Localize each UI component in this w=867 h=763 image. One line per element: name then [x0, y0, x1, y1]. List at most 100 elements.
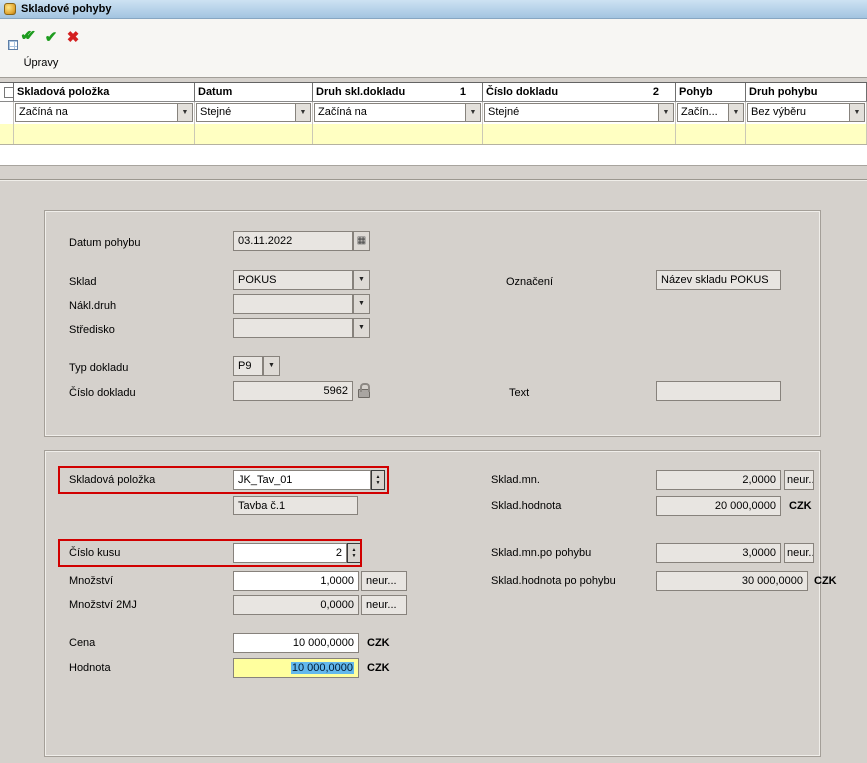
skladova-polozka-field[interactable]: JK_Tav_01: [233, 470, 371, 490]
calendar-icon: ▦: [354, 232, 369, 250]
mnozstvi-label: Množství: [69, 571, 113, 591]
window-title: Skladové pohyby: [21, 3, 111, 15]
new-row-cell[interactable]: [746, 124, 867, 144]
new-row-cell[interactable]: [14, 124, 195, 144]
grid-header-druh-skl-dokladu[interactable]: Druh skl.dokladu 1: [313, 83, 483, 101]
stredisko-field[interactable]: [233, 318, 353, 338]
app-icon: [4, 3, 16, 15]
cislo-kusu-label: Číslo kusu: [69, 543, 120, 563]
nakl-druh-label: Nákl.druh: [69, 296, 116, 316]
sklad-field[interactable]: POKUS: [233, 270, 353, 290]
spin-down-icon: ▼: [376, 480, 381, 486]
new-row-cell[interactable]: [0, 124, 14, 144]
chevron-down-icon: ▼: [264, 357, 279, 375]
oznaceni-display: Název skladu POKUS: [656, 270, 781, 290]
filter-combo-skladova-polozka[interactable]: Začíná na ▼: [15, 103, 193, 122]
select-all-checkbox[interactable]: [4, 87, 14, 98]
nakl-druh-field[interactable]: [233, 294, 353, 314]
filter-combo-druh-skl-dokladu[interactable]: Začíná na ▼: [314, 103, 481, 122]
filter-cell: Stejné ▼: [483, 102, 676, 124]
sklad-mn-po-label: Sklad.mn.po pohybu: [491, 543, 591, 563]
hodnota-selected-text: 10 000,0000: [291, 662, 354, 674]
text-field[interactable]: [656, 381, 781, 401]
records-grid-icon: [8, 40, 18, 50]
header-form-panel: Datum pohybu 03.11.2022 ▦ Sklad POKUS ▼ …: [44, 210, 821, 437]
new-row-cell[interactable]: [313, 124, 483, 144]
grid-header-druh-pohybu[interactable]: Druh pohybu: [746, 83, 867, 101]
chevron-down-icon[interactable]: ▼: [728, 104, 743, 121]
sklad-hodnota-po-currency: CZK: [814, 571, 837, 591]
grid-header-skladova-polozka[interactable]: Skladová položka: [14, 83, 195, 101]
mnozstvi-2mj-label: Množství 2MJ: [69, 595, 137, 615]
filter-value: Stejné: [197, 104, 295, 121]
grid-filter-row: Začíná na ▼ Stejné ▼ Začíná na ▼ Stejné: [0, 102, 867, 124]
grid-header-checkbox-cell: [0, 83, 14, 101]
column-label: Datum: [198, 86, 232, 98]
cislo-dokladu-field[interactable]: 5962: [233, 381, 353, 401]
filter-combo-datum[interactable]: Stejné ▼: [196, 103, 311, 122]
sklad-label: Sklad: [69, 272, 97, 292]
grid-header-row: Skladová položka Datum Druh skl.dokladu …: [0, 82, 867, 102]
cross-icon: ✖: [67, 29, 80, 46]
filter-combo-druh-pohybu[interactable]: Bez výběru ▼: [747, 103, 865, 122]
chevron-down-icon[interactable]: ▼: [177, 104, 192, 121]
chevron-down-icon: ▼: [354, 271, 369, 289]
filter-cell: Začíná na ▼: [14, 102, 195, 124]
check-icon: ✔: [45, 29, 58, 46]
grid-header-pohyb[interactable]: Pohyb: [676, 83, 746, 101]
new-row-cell[interactable]: [676, 124, 746, 144]
chevron-down-icon[interactable]: ▼: [658, 104, 673, 121]
cislo-kusu-spin-button[interactable]: ▲ ▼: [347, 543, 361, 563]
nakl-druh-lookup-button[interactable]: ▼: [353, 294, 370, 314]
confirm-records-button[interactable]: ✔✔: [8, 25, 34, 51]
filter-value: Stejné: [485, 104, 658, 121]
new-row-cell[interactable]: [195, 124, 313, 144]
oznaceni-label: Označení: [506, 272, 553, 292]
grid-header-cislo-dokladu[interactable]: Číslo dokladu 2: [483, 83, 676, 101]
filter-cell: Začín... ▼: [676, 102, 746, 124]
filter-cell-empty: [0, 102, 14, 124]
separator-line: [0, 179, 867, 181]
filter-combo-pohyb[interactable]: Začín... ▼: [677, 103, 744, 122]
mnozstvi-2mj-field: 0,0000: [233, 595, 359, 615]
titlebar: Skladové pohyby: [0, 0, 867, 19]
sklad-mn-label: Sklad.mn.: [491, 470, 540, 490]
cena-field[interactable]: 10 000,0000: [233, 633, 359, 653]
sort-order-badge: 1: [460, 83, 466, 101]
datum-pohybu-field[interactable]: 03.11.2022: [233, 231, 353, 251]
hodnota-field[interactable]: 10 000,0000: [233, 658, 359, 678]
column-label: Skladová položka: [17, 86, 109, 98]
spin-down-icon: ▼: [352, 553, 357, 559]
detail-form-panel: Skladová položka JK_Tav_01 ▲ ▼ Tavba č.1…: [44, 450, 821, 757]
filter-value: Začíná na: [315, 104, 465, 121]
chevron-down-icon[interactable]: ▼: [465, 104, 480, 121]
column-label: Číslo dokladu: [486, 86, 558, 98]
sort-order-badge: 2: [653, 83, 659, 101]
mnozstvi-field[interactable]: 1,0000: [233, 571, 359, 591]
cena-currency: CZK: [367, 633, 390, 653]
typ-dokladu-field[interactable]: P9: [233, 356, 263, 376]
filter-combo-cislo-dokladu[interactable]: Stejné ▼: [484, 103, 674, 122]
filter-cell: Bez výběru ▼: [746, 102, 867, 124]
typ-dokladu-lookup-button[interactable]: ▼: [263, 356, 280, 376]
cancel-button[interactable]: ✖: [62, 25, 84, 51]
hodnota-currency: CZK: [367, 658, 390, 678]
chevron-down-icon[interactable]: ▼: [295, 104, 310, 121]
grid-header-datum[interactable]: Datum: [195, 83, 313, 101]
filter-value: Bez výběru: [748, 104, 849, 121]
filter-cell: Stejné ▼: [195, 102, 313, 124]
stredisko-lookup-button[interactable]: ▼: [353, 318, 370, 338]
sklad-lookup-button[interactable]: ▼: [353, 270, 370, 290]
chevron-down-icon[interactable]: ▼: [849, 104, 864, 121]
calendar-button[interactable]: ▦: [353, 231, 370, 251]
skladova-polozka-popis-display: Tavba č.1: [233, 496, 358, 515]
new-row-cell[interactable]: [483, 124, 676, 144]
filter-cell: Začíná na ▼: [313, 102, 483, 124]
ok-button[interactable]: ✔: [40, 25, 62, 51]
grid-new-record-row[interactable]: [0, 124, 867, 145]
skladova-polozka-spin-button[interactable]: ▲ ▼: [371, 470, 385, 490]
chevron-down-icon: ▼: [354, 295, 369, 313]
cislo-kusu-field[interactable]: 2: [233, 543, 347, 563]
toolbar: ✔✔ ✔ ✖ Úpravy: [0, 19, 867, 78]
cena-label: Cena: [69, 633, 95, 653]
